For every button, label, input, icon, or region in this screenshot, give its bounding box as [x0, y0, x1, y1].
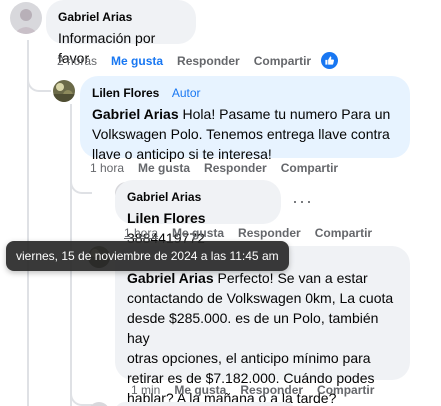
text-line: Hola! Pasame tu numero Para un: [178, 106, 391, 122]
reply-button[interactable]: Responder: [177, 54, 240, 68]
text-line: llave o anticipo si te interesa!: [92, 146, 272, 162]
comment-timestamp[interactable]: 1 min: [131, 383, 160, 397]
comment-actions: 1 min Me gusta Responder Compartir: [131, 383, 388, 397]
avatar[interactable]: [10, 2, 42, 34]
comment-actions: 2 horas Me gusta Responder Compartir: [57, 52, 339, 69]
mention-link[interactable]: Gabriel Arias: [127, 270, 214, 286]
avatar[interactable]: [53, 80, 75, 102]
thread-curve: [27, 70, 51, 92]
comment-author[interactable]: Gabriel Arias: [127, 190, 201, 204]
comment-author[interactable]: Gabriel Arias: [58, 10, 132, 24]
comment-bubble: [115, 402, 295, 406]
thread-line: [27, 40, 29, 406]
text-line: contactando de Volkswagen 0km, La cuota: [127, 290, 394, 306]
comment-actions: 1 hora Me gusta Responder Compartir: [90, 161, 352, 175]
comment-timestamp[interactable]: 1 hora: [90, 161, 124, 175]
text-line: otras opciones, el anticipo mínimo para: [127, 350, 371, 366]
mention-link[interactable]: Lilen Flores: [127, 210, 206, 226]
mention-link[interactable]: Gabriel Arias: [92, 106, 179, 122]
more-options-button[interactable]: ···: [292, 191, 313, 212]
thread-curve: [70, 384, 92, 406]
comment-timestamp[interactable]: 1 hora: [124, 226, 158, 240]
share-button[interactable]: Compartir: [317, 383, 374, 397]
comment-timestamp[interactable]: 2 horas: [57, 54, 97, 68]
reply-button[interactable]: Responder: [204, 161, 267, 175]
like-button[interactable]: Me gusta: [111, 54, 163, 68]
text-line: desde $285.000. es de un Polo, también h…: [127, 310, 379, 346]
like-button[interactable]: Me gusta: [174, 383, 226, 397]
reply-button[interactable]: Responder: [240, 383, 303, 397]
like-button[interactable]: Me gusta: [172, 226, 224, 240]
like-button[interactable]: Me gusta: [138, 161, 190, 175]
share-button[interactable]: Compartir: [281, 161, 338, 175]
comment-bubble: Gabriel Arias Lilen Flores 3884419772: [115, 180, 281, 246]
comment-bubble: Gabriel Arias Información por favor: [46, 0, 196, 66]
comment-text: Gabriel Arias Hola! Pasame tu numero Par…: [92, 104, 398, 164]
comment-actions: 1 hora Me gusta Responder Compartir: [124, 226, 386, 240]
author-badge: Autor: [171, 86, 201, 100]
reply-button[interactable]: Responder: [238, 226, 301, 240]
comment-bubble-author: Lilen Flores Autor Gabriel Arias Hola! P…: [80, 76, 410, 162]
like-reaction-icon[interactable]: [321, 52, 339, 69]
comment-author[interactable]: Lilen Flores: [92, 86, 159, 100]
timestamp-tooltip: viernes, 15 de noviembre de 2024 a las 1…: [6, 241, 289, 271]
thread-curve: [70, 172, 92, 194]
share-button[interactable]: Compartir: [315, 226, 372, 240]
share-button[interactable]: Compartir: [254, 54, 311, 68]
text-line: Perfecto! Se van a estar: [213, 270, 368, 286]
text-line: Volkswagen Polo. Tenemos entrega llave c…: [92, 126, 390, 142]
